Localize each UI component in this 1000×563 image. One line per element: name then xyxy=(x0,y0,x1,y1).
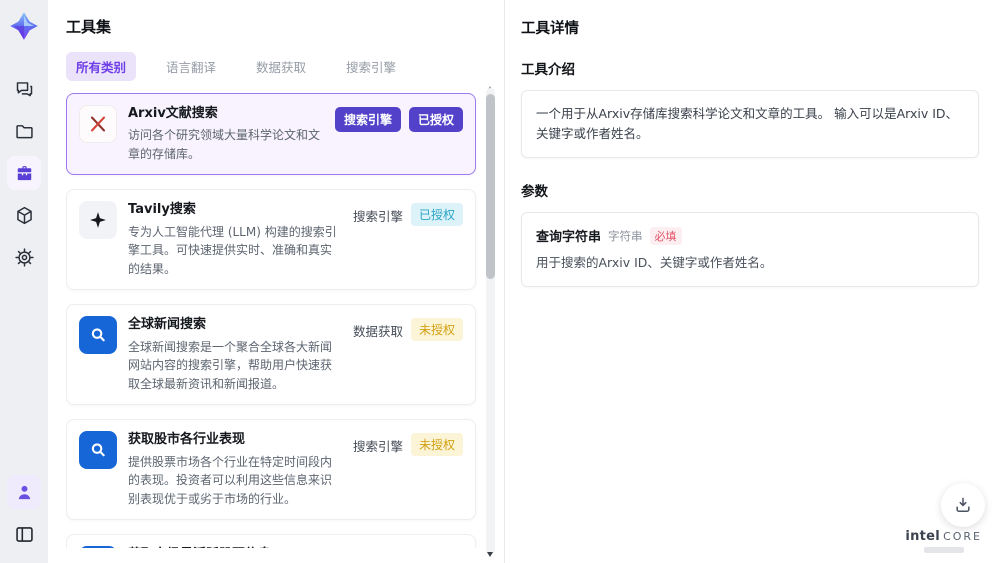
app-root: 工具集 所有类别 语言翻译 数据获取 搜索引擎 Arxiv文献搜索 访问各个研究… xyxy=(0,0,1000,563)
tool-name: 获取股市各行业表现 xyxy=(128,432,246,448)
param-type: 字符串 xyxy=(608,228,643,243)
tab-data-fetch[interactable]: 数据获取 xyxy=(246,52,316,81)
brand-core-text: CORE xyxy=(943,530,982,543)
category-badge: 搜索引擎 xyxy=(334,107,401,132)
tool-description: 访问各个研究领域大量科学论文和文章的存储库。 xyxy=(128,128,321,161)
arxiv-icon xyxy=(79,105,117,143)
download-icon xyxy=(953,495,973,515)
tools-panel: 工具集 所有类别 语言翻译 数据获取 搜索引擎 Arxiv文献搜索 访问各个研究… xyxy=(48,0,505,563)
category-tag: 数据获取 xyxy=(352,324,403,340)
intro-heading: 工具介绍 xyxy=(521,62,575,78)
tool-name: 全球新闻搜索 xyxy=(128,317,207,333)
scroll-down-arrow-icon[interactable] xyxy=(487,552,493,557)
sidebar xyxy=(0,0,48,563)
auth-status-badge: 未授权 xyxy=(410,433,463,457)
auth-status-badge: 未授权 xyxy=(410,318,463,342)
folder-icon xyxy=(14,121,35,142)
tool-name: 获取市场最活跃股票信息 xyxy=(128,546,342,548)
tavily-star-icon xyxy=(79,201,117,240)
user-icon xyxy=(14,482,35,503)
scrollbar-thumb[interactable] xyxy=(486,94,495,279)
tab-all-categories[interactable]: 所有类别 xyxy=(66,52,137,81)
sidebar-item-settings[interactable] xyxy=(7,240,41,274)
active-stocks-icon xyxy=(79,546,117,548)
params-heading: 参数 xyxy=(521,184,548,200)
list-scrollbar[interactable] xyxy=(486,86,495,557)
tab-language-translation[interactable]: 语言翻译 xyxy=(156,52,226,81)
param-description: 用于搜索的Arxiv ID、关键字或作者姓名。 xyxy=(536,255,773,270)
app-logo-icon xyxy=(8,10,40,42)
sidebar-item-packages[interactable] xyxy=(7,198,41,232)
tab-search-engine[interactable]: 搜索引擎 xyxy=(336,52,406,81)
tool-card-active-stocks[interactable]: 获取市场最活跃股票信息 提供当天交易量最高的股票列表，投资者可以利用这些信息来识… xyxy=(66,534,476,548)
tool-description: 全球新闻搜索是一个聚合全球各大新闻网站内容的搜索引擎，帮助用户快速获取全球最新资… xyxy=(128,339,333,391)
main-content: 工具集 所有类别 语言翻译 数据获取 搜索引擎 Arxiv文献搜索 访问各个研究… xyxy=(48,0,1000,563)
intro-box: 一个用于从Arxiv存储库搜索科学论文和文章的工具。 输入可以是Arxiv ID… xyxy=(521,90,979,158)
tool-name: Tavily搜索 xyxy=(128,202,196,218)
settings-icon xyxy=(14,247,35,268)
cube-icon xyxy=(14,205,35,226)
page-title: 工具集 xyxy=(66,18,112,36)
tool-description: 专为人工智能代理 (LLM) 构建的搜索引擎工具。可快速提供实时、准确和真实的结… xyxy=(128,224,337,276)
param-name: 查询字符串 xyxy=(536,230,602,245)
sidebar-item-files[interactable] xyxy=(7,114,41,148)
param-required-badge: 必填 xyxy=(649,226,682,245)
tool-card-arxiv[interactable]: Arxiv文献搜索 访问各个研究领域大量科学论文和文章的存储库。 搜索引擎 已授… xyxy=(66,93,476,176)
sidebar-item-account[interactable] xyxy=(7,475,41,509)
category-tag: 搜索引擎 xyxy=(352,439,403,455)
tool-details-panel: 工具详情 工具介绍 一个用于从Arxiv存储库搜索科学论文和文章的工具。 输入可… xyxy=(505,0,1000,563)
download-button[interactable] xyxy=(941,483,985,527)
stock-sector-icon xyxy=(79,431,117,470)
details-title: 工具详情 xyxy=(521,21,579,37)
tool-list: Arxiv文献搜索 访问各个研究领域大量科学论文和文章的存储库。 搜索引擎 已授… xyxy=(66,93,504,548)
intel-core-logo: intel CORE xyxy=(905,529,982,553)
panel-toggle-icon xyxy=(14,524,35,545)
sidebar-item-toolbox[interactable] xyxy=(7,156,41,190)
tool-name: Arxiv文献搜索 xyxy=(128,106,218,121)
brand-intel-text: intel xyxy=(905,529,941,544)
chat-icon xyxy=(14,79,35,100)
category-tag: 搜索引擎 xyxy=(352,209,403,225)
news-search-icon xyxy=(79,316,117,355)
param-box: 查询字符串 字符串 必填 用于搜索的Arxiv ID、关键字或作者姓名。 xyxy=(521,212,979,287)
sidebar-item-chat[interactable] xyxy=(7,72,41,106)
tool-card-stock-sectors[interactable]: 获取股市各行业表现 提供股票市场各个行业在特定时间段内的表现。投资者可以利用这些… xyxy=(66,419,476,521)
category-tabs: 所有类别 语言翻译 数据获取 搜索引擎 xyxy=(66,52,504,81)
auth-status-badge: 已授权 xyxy=(408,107,463,132)
tool-description: 提供股票市场各个行业在特定时间段内的表现。投资者可以利用这些信息来识别表现优于或… xyxy=(128,454,333,506)
brand-subtext-blur xyxy=(923,547,964,553)
tool-card-global-news[interactable]: 全球新闻搜索 全球新闻搜索是一个聚合全球各大新闻网站内容的搜索引擎，帮助用户快速… xyxy=(66,304,476,406)
auth-status-badge: 已授权 xyxy=(410,203,463,227)
sidebar-item-collapse[interactable] xyxy=(7,517,41,551)
tool-card-tavily[interactable]: Tavily搜索 专为人工智能代理 (LLM) 构建的搜索引擎工具。可快速提供实… xyxy=(66,189,476,291)
toolbox-icon xyxy=(14,163,35,184)
intro-text: 一个用于从Arxiv存储库搜索科学论文和文章的工具。 输入可以是Arxiv ID… xyxy=(536,106,959,141)
